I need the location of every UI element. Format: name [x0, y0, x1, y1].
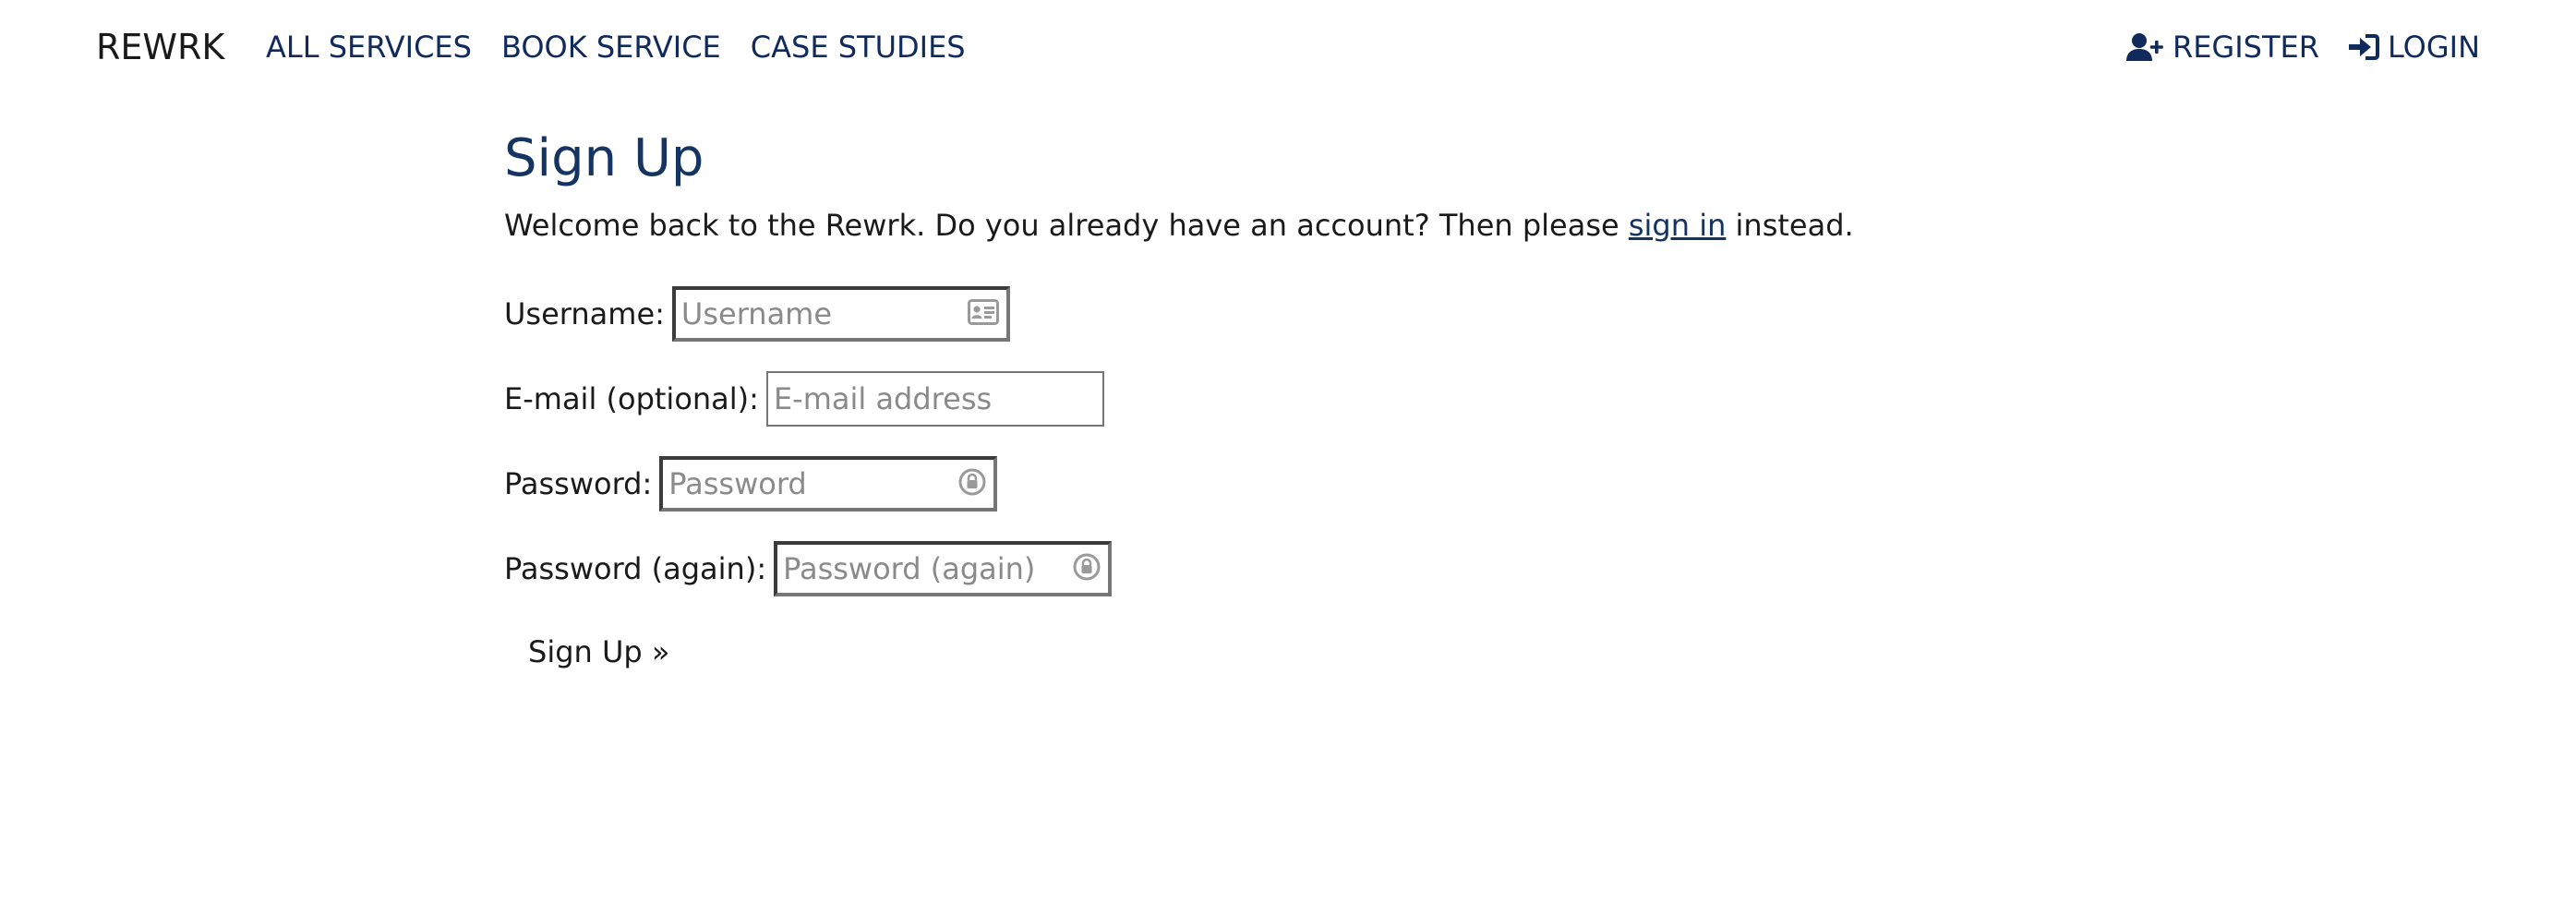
nav-all-services[interactable]: ALL SERVICES [266, 26, 472, 68]
username-label: Username: [504, 296, 665, 331]
main-nav: ALL SERVICES BOOK SERVICE CASE STUDIES [266, 26, 966, 68]
account-nav: REGISTER LOGIN [2125, 26, 2480, 68]
password-again-field-wrapper [774, 541, 1113, 596]
password-again-label: Password (again): [504, 551, 767, 586]
page-title: Sign Up [504, 128, 704, 188]
password-key-icon[interactable] [958, 468, 986, 500]
intro-text-before: Welcome back to the Rewrk. Do you alread… [504, 208, 1629, 243]
email-field-wrapper [765, 371, 1104, 427]
password-again-input[interactable] [777, 545, 1109, 593]
sign-in-link[interactable]: sign in [1629, 208, 1727, 243]
brand-logo[interactable]: REWRK [96, 22, 224, 72]
email-input[interactable] [767, 373, 1102, 425]
password-field-wrapper [659, 456, 998, 512]
email-label: E-mail (optional): [504, 381, 759, 416]
password-again-row: Password (again): [504, 541, 2074, 596]
password-label: Password: [504, 466, 653, 501]
nav-book-service[interactable]: BOOK SERVICE [501, 26, 721, 68]
email-row: E-mail (optional): [504, 371, 2074, 427]
sign-up-button[interactable]: Sign Up » [504, 630, 669, 674]
contact-card-icon[interactable] [967, 299, 999, 329]
user-plus-icon [2125, 32, 2165, 62]
nav-register[interactable]: REGISTER [2125, 26, 2319, 68]
sign-in-icon [2348, 32, 2380, 62]
nav-case-studies[interactable]: CASE STUDIES [751, 26, 966, 68]
nav-register-label: REGISTER [2172, 30, 2319, 65]
password-input[interactable] [663, 460, 994, 508]
signup-form: Username: E-mail (optional): [504, 286, 2074, 674]
intro-text-after: instead. [1726, 208, 1854, 243]
intro-text: Welcome back to the Rewrk. Do you alread… [504, 205, 2074, 246]
password-key-icon[interactable] [1073, 553, 1101, 584]
signup-content: Sign Up Welcome back to the Rewrk. Do yo… [504, 126, 2074, 674]
username-field-wrapper [671, 286, 1010, 342]
password-row: Password: [504, 456, 2074, 512]
top-navbar: REWRK ALL SERVICES BOOK SERVICE CASE STU… [0, 0, 2576, 94]
username-row: Username: [504, 286, 2074, 342]
nav-login-label: LOGIN [2387, 30, 2480, 65]
username-input[interactable] [675, 290, 1006, 338]
nav-login[interactable]: LOGIN [2348, 26, 2480, 68]
